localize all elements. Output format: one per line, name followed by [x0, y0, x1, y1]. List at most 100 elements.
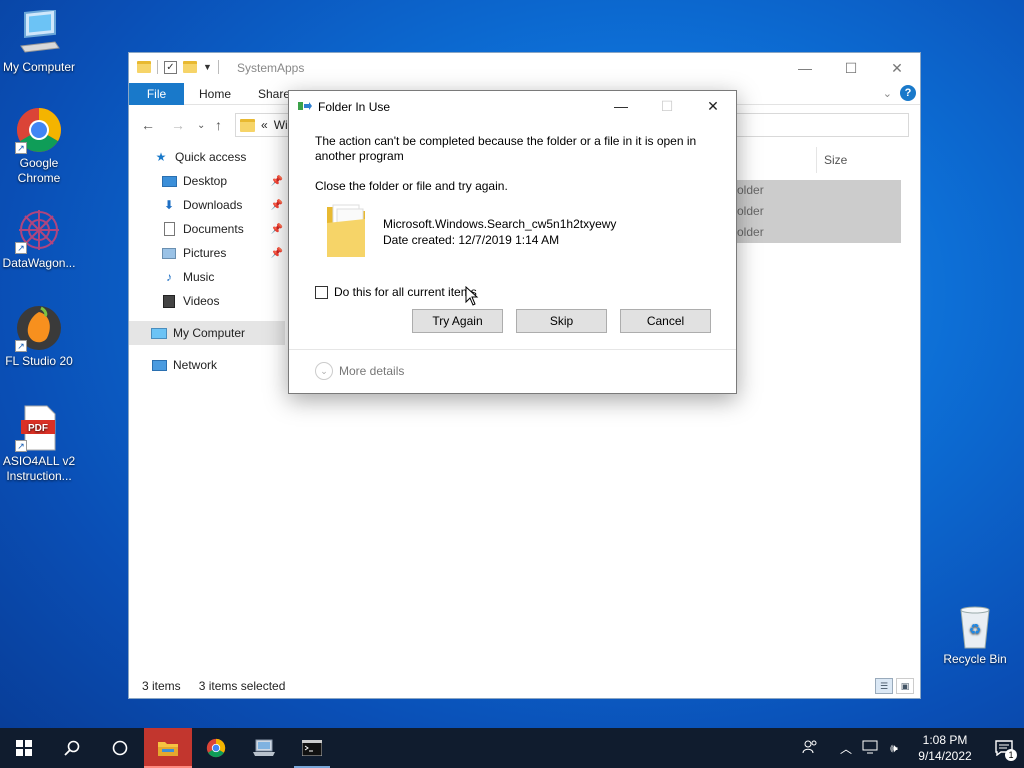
taskbar-file-explorer[interactable]: [144, 728, 192, 768]
datawagon-icon: ↗: [15, 206, 63, 254]
apply-to-all-label[interactable]: Do this for all current items: [334, 285, 477, 299]
task-view-button[interactable]: [96, 728, 144, 768]
address-overflow[interactable]: «: [261, 118, 268, 132]
desktop-icon-asio4all-pdf[interactable]: PDF ↗ ASIO4ALL v2 Instruction...: [0, 404, 78, 484]
table-row[interactable]: older: [729, 222, 901, 243]
mouse-pointer-icon: [465, 286, 479, 306]
recycle-bin-icon: ♻: [951, 602, 999, 650]
tab-share[interactable]: Share: [258, 83, 290, 105]
shortcut-arrow-icon: ↗: [15, 242, 27, 254]
tab-file[interactable]: File: [129, 83, 184, 105]
sidebar-item-my-computer[interactable]: My Computer: [129, 321, 285, 345]
taskbar-command-prompt[interactable]: [288, 728, 336, 768]
action-center-button[interactable]: 1: [984, 728, 1024, 768]
tab-home[interactable]: Home: [199, 83, 231, 105]
desktop-icon-fl-studio[interactable]: ↗ FL Studio 20: [0, 304, 78, 369]
customize-toolbar-icon[interactable]: ▼: [203, 62, 212, 72]
table-row[interactable]: older: [729, 180, 901, 201]
start-button[interactable]: [0, 728, 48, 768]
sidebar-item-desktop[interactable]: Desktop 📌: [129, 169, 285, 193]
desktop-icon-google-chrome[interactable]: ↗ Google Chrome: [0, 106, 78, 186]
network-tray-icon[interactable]: [858, 740, 882, 757]
sidebar-item-documents[interactable]: Documents 📌: [129, 217, 285, 241]
selection-count: 3 items selected: [198, 679, 286, 693]
pdf-icon: PDF ↗: [15, 404, 63, 452]
try-again-button[interactable]: Try Again: [412, 309, 503, 333]
sidebar-item-pictures[interactable]: Pictures 📌: [129, 241, 285, 265]
folder-in-use-dialog[interactable]: Folder In Use — ☐ ✕ The action can't be …: [288, 90, 737, 394]
desktop-icon-datawagon[interactable]: ↗ DataWagon...: [0, 206, 78, 271]
dialog-instruction: Close the folder or file and try again.: [315, 179, 508, 193]
maximize-button[interactable]: ☐: [828, 53, 874, 83]
close-button[interactable]: ✕: [690, 91, 736, 121]
address-path[interactable]: Wi: [274, 118, 288, 132]
minimize-button[interactable]: —: [598, 91, 644, 121]
explorer-titlebar[interactable]: ✓ ▼ SystemApps — ☐ ✕: [129, 53, 920, 83]
column-header-size[interactable]: Size: [816, 147, 847, 173]
recent-locations-icon[interactable]: ⌄: [197, 120, 205, 131]
pin-icon[interactable]: 📌: [271, 200, 283, 211]
chevron-down-icon[interactable]: ⌄: [315, 362, 333, 380]
expand-ribbon-icon[interactable]: ⌄: [883, 87, 892, 100]
more-details-label[interactable]: More details: [339, 364, 404, 378]
taskbar-google-chrome[interactable]: [192, 728, 240, 768]
properties-icon[interactable]: ✓: [164, 60, 177, 74]
sidebar-item-network[interactable]: Network: [129, 353, 285, 377]
back-arrow-icon[interactable]: ←: [141, 117, 155, 133]
system-tray: ︿ 🕪 1:08 PM 9/14/2022 1: [798, 728, 1024, 768]
locked-item-info: Microsoft.Windows.Search_cw5n1h2txyewy D…: [323, 203, 616, 261]
monitor-tool-icon: [253, 739, 275, 756]
svg-text:♻: ♻: [969, 622, 982, 638]
more-details-toggle[interactable]: ⌄ More details: [315, 362, 404, 380]
new-folder-icon[interactable]: [183, 61, 197, 73]
sidebar-item-music[interactable]: ♪ Music: [129, 265, 285, 289]
sidebar-item-quick-access[interactable]: ★ Quick access: [129, 145, 285, 169]
up-arrow-icon[interactable]: ↑: [215, 117, 222, 133]
taskbar: ︿ 🕪 1:08 PM 9/14/2022 1: [0, 728, 1024, 768]
sidebar-item-downloads[interactable]: ⬇ Downloads 📌: [129, 193, 285, 217]
people-icon[interactable]: [798, 739, 822, 758]
skip-button[interactable]: Skip: [516, 309, 607, 333]
forward-arrow-icon[interactable]: →: [171, 117, 185, 133]
notification-badge: 1: [1005, 749, 1017, 761]
folder-icon: [240, 118, 255, 132]
desktop-icon-label: Google Chrome: [17, 156, 61, 185]
chrome-icon: ↗: [15, 106, 63, 154]
pin-icon[interactable]: 📌: [271, 224, 283, 235]
sidebar-item-videos[interactable]: Videos: [129, 289, 285, 313]
apply-to-all-option[interactable]: Do this for all current items: [315, 285, 477, 299]
volume-icon[interactable]: 🕪: [882, 741, 906, 756]
desktop-icon-my-computer[interactable]: My Computer: [0, 8, 78, 75]
taskbar-system-tool[interactable]: [240, 728, 288, 768]
system-clock[interactable]: 1:08 PM 9/14/2022: [906, 732, 984, 764]
file-transfer-icon: [298, 102, 312, 110]
large-icons-view-icon[interactable]: ▣: [896, 678, 914, 694]
windows-logo-icon: [16, 740, 32, 756]
task-view-icon: [112, 740, 128, 756]
help-icon[interactable]: ?: [900, 85, 916, 101]
minimize-button[interactable]: —: [782, 53, 828, 83]
table-row[interactable]: older: [729, 201, 901, 222]
quick-access-toolbar: ✓ ▼: [137, 60, 219, 74]
folder-icon: [323, 203, 369, 261]
search-icon: [64, 740, 80, 756]
pin-icon[interactable]: 📌: [271, 176, 283, 187]
cancel-button[interactable]: Cancel: [620, 309, 711, 333]
chevron-up-icon[interactable]: ︿: [834, 740, 858, 757]
search-button[interactable]: [48, 728, 96, 768]
pin-icon[interactable]: 📌: [271, 248, 283, 259]
item-date-created: Date created: 12/7/2019 1:14 AM: [383, 233, 560, 247]
dialog-message: The action can't be completed because th…: [315, 134, 697, 163]
shortcut-arrow-icon: ↗: [15, 440, 27, 452]
desktop-icon-recycle-bin[interactable]: ♻ Recycle Bin: [936, 602, 1014, 667]
dialog-titlebar[interactable]: Folder In Use — ☐ ✕: [289, 91, 736, 121]
clock-date: 9/14/2022: [918, 749, 972, 763]
desktop-icon-label: ASIO4ALL v2 Instruction...: [2, 454, 76, 483]
close-button[interactable]: ✕: [874, 53, 920, 83]
details-view-icon[interactable]: ☰: [875, 678, 893, 694]
shortcut-arrow-icon: ↗: [15, 142, 27, 154]
svg-text:PDF: PDF: [28, 423, 48, 434]
apply-to-all-checkbox[interactable]: [315, 285, 328, 299]
navigation-pane: ★ Quick access Desktop 📌 ⬇ Downloads 📌 D…: [129, 145, 285, 377]
item-count: 3 items: [142, 679, 181, 693]
